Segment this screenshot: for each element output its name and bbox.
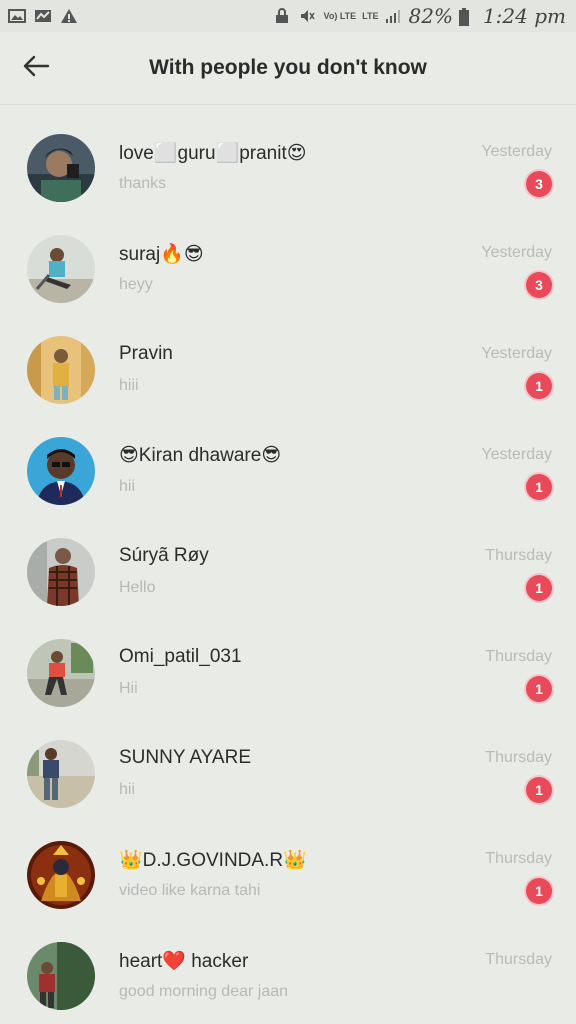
conversation-row[interactable]: 😎Kiran dhaware😎 hii Yesterday 1 (0, 420, 576, 521)
message-time: Yesterday (481, 345, 552, 362)
unread-badge: 3 (526, 171, 552, 197)
message-time: Thursday (485, 850, 552, 867)
contact-name: 😎Kiran dhaware😎 (119, 445, 282, 466)
conversation-row[interactable]: love⬜guru⬜pranit😍 thanks Yesterday 3 (0, 117, 576, 218)
last-message: heyy (119, 276, 153, 293)
contact-name: Súryã Røy (119, 545, 209, 566)
unread-badge: 1 (526, 575, 552, 601)
avatar (27, 942, 95, 1010)
gallery-notification-icon (8, 8, 26, 24)
unread-badge: 1 (526, 474, 552, 500)
mute-icon (299, 8, 317, 24)
back-button[interactable] (18, 50, 54, 86)
avatar (27, 134, 95, 202)
avatar (27, 235, 95, 303)
contact-name: love⬜guru⬜pranit😍 (119, 143, 307, 164)
conversation-row[interactable]: Omi_patil_031 Hii Thursday 1 (0, 622, 576, 723)
contact-name: 👑D.J.GOVINDA.R👑 (119, 850, 307, 871)
unread-badge: 1 (526, 777, 552, 803)
avatar (27, 740, 95, 808)
unread-badge: 3 (526, 272, 552, 298)
status-bar-left (8, 8, 78, 24)
last-message: video like karna tahi (119, 882, 261, 899)
avatar (27, 639, 95, 707)
last-message: hiii (119, 377, 139, 394)
contact-name: SUNNY AYARE (119, 747, 251, 768)
signal-icon (385, 8, 403, 24)
avatar (27, 538, 95, 606)
message-time: Thursday (485, 749, 552, 766)
contact-name: Omi_patil_031 (119, 646, 242, 667)
unread-badge: 1 (526, 373, 552, 399)
message-time: Thursday (485, 951, 552, 968)
chart-notification-icon (34, 8, 52, 24)
contact-name: Pravin (119, 343, 173, 364)
lock-icon (275, 8, 293, 24)
header: With people you don't know (0, 32, 576, 104)
conversation-list: love⬜guru⬜pranit😍 thanks Yesterday 3 sur… (0, 117, 576, 1024)
conversation-row[interactable]: Pravin hiii Yesterday 1 (0, 319, 576, 420)
message-time: Thursday (485, 547, 552, 564)
page-title: With people you don't know (149, 56, 427, 79)
avatar (27, 841, 95, 909)
status-bar: Vo) LTE LTE 82% 1:24 pm (0, 0, 576, 32)
unread-badge: 1 (526, 878, 552, 904)
conversation-row[interactable]: Súryã Røy Hello Thursday 1 (0, 521, 576, 622)
status-bar-right: Vo) LTE LTE 82% 1:24 pm (275, 4, 566, 28)
lte-indicator: LTE (362, 10, 379, 21)
volte-indicator: Vo) LTE (323, 10, 357, 21)
warning-icon (60, 8, 78, 24)
conversation-row[interactable]: heart❤️ hacker good morning dear jaan Th… (0, 925, 576, 1024)
arrow-left-icon (22, 54, 50, 83)
contact-name: suraj🔥😎 (119, 244, 204, 265)
message-time: Yesterday (481, 244, 552, 261)
message-time: Yesterday (481, 143, 552, 160)
battery-icon (458, 8, 477, 26)
last-message: good morning dear jaan (119, 983, 289, 1000)
last-message: hii (119, 478, 136, 495)
message-time: Yesterday (481, 446, 552, 463)
avatar (27, 336, 95, 404)
last-message: Hello (119, 579, 156, 596)
last-message: hii (119, 781, 136, 798)
conversation-row[interactable]: SUNNY AYARE hii Thursday 1 (0, 723, 576, 824)
last-message: Hii (119, 680, 138, 697)
unread-badge: 1 (526, 676, 552, 702)
last-message: thanks (119, 175, 167, 192)
conversation-row[interactable]: suraj🔥😎 heyy Yesterday 3 (0, 218, 576, 319)
message-time: Thursday (485, 648, 552, 665)
clock: 1:24 pm (482, 4, 566, 28)
avatar (27, 437, 95, 505)
header-divider (0, 104, 576, 105)
contact-name: heart❤️ hacker (119, 951, 249, 972)
conversation-row[interactable]: 👑D.J.GOVINDA.R👑 video like karna tahi Th… (0, 824, 576, 925)
battery-percent: 82% (408, 4, 453, 28)
